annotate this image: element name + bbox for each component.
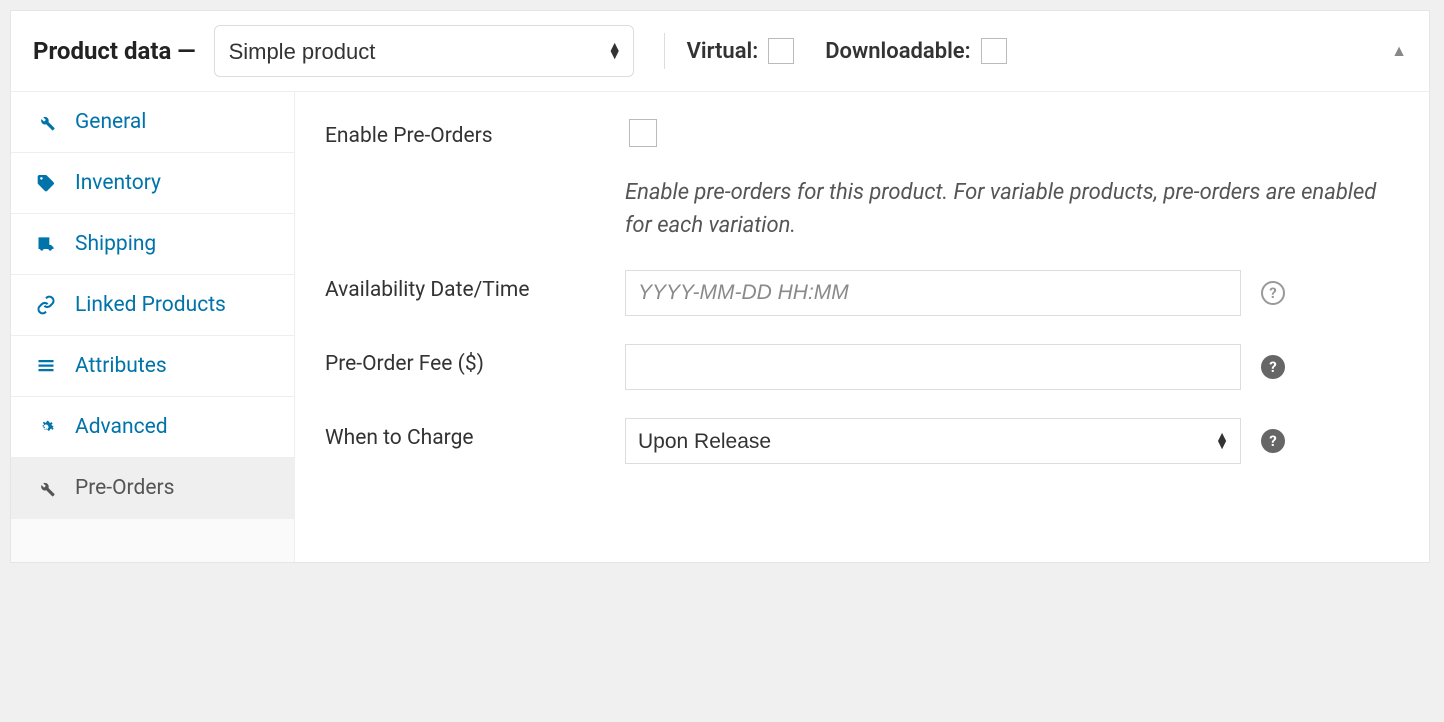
- help-icon[interactable]: ?: [1261, 429, 1285, 453]
- tab-label: Inventory: [75, 171, 161, 195]
- help-icon[interactable]: ?: [1261, 281, 1285, 305]
- product-type-select-wrap: Simple product ▲▼: [214, 25, 634, 77]
- truck-icon: [33, 234, 59, 254]
- tab-pre-orders[interactable]: Pre-Orders: [11, 458, 294, 519]
- tab-label: Advanced: [75, 415, 168, 439]
- divider: [664, 33, 665, 69]
- row-enable-pre-orders: Enable Pre-Orders Enable pre-orders for …: [325, 116, 1399, 242]
- tab-advanced[interactable]: Advanced: [11, 397, 294, 458]
- tab-content: Enable Pre-Orders Enable pre-orders for …: [295, 92, 1429, 562]
- link-icon: [33, 295, 59, 315]
- virtual-field[interactable]: Virtual:: [687, 35, 798, 67]
- tab-label: General: [75, 110, 146, 134]
- wrench-icon: [33, 478, 59, 498]
- virtual-checkbox[interactable]: [768, 38, 794, 64]
- gear-icon: [33, 417, 59, 437]
- downloadable-field[interactable]: Downloadable:: [825, 35, 1009, 67]
- collapse-toggle-icon[interactable]: ▲: [1391, 41, 1407, 61]
- panel-body: General Inventory Shipping Linked Produc…: [11, 92, 1429, 562]
- tag-icon: [33, 173, 59, 193]
- tab-label: Shipping: [75, 232, 156, 256]
- tab-linked-products[interactable]: Linked Products: [11, 275, 294, 336]
- wrench-icon: [33, 112, 59, 132]
- availability-input[interactable]: [625, 270, 1241, 316]
- panel-title: Product data —: [33, 37, 196, 65]
- product-data-panel: Product data — Simple product ▲▼ Virtual…: [10, 10, 1430, 563]
- tab-label: Pre-Orders: [75, 476, 174, 500]
- availability-label: Availability Date/Time: [325, 270, 625, 316]
- tab-shipping[interactable]: Shipping: [11, 214, 294, 275]
- fee-input[interactable]: [625, 344, 1241, 390]
- row-pre-order-fee: Pre-Order Fee ($) ?: [325, 344, 1399, 390]
- fee-label: Pre-Order Fee ($): [325, 344, 625, 390]
- help-icon[interactable]: ?: [1261, 355, 1285, 379]
- row-availability: Availability Date/Time ?: [325, 270, 1399, 316]
- tab-inventory[interactable]: Inventory: [11, 153, 294, 214]
- downloadable-checkbox[interactable]: [981, 38, 1007, 64]
- virtual-label: Virtual:: [687, 39, 759, 64]
- row-when-to-charge: When to Charge Upon Release ▲▼ ?: [325, 418, 1399, 464]
- enable-pre-orders-checkbox[interactable]: [629, 119, 657, 147]
- product-type-select[interactable]: Simple product: [214, 25, 634, 77]
- charge-label: When to Charge: [325, 418, 625, 464]
- enable-pre-orders-hint: Enable pre-orders for this product. For …: [625, 176, 1385, 242]
- panel-header: Product data — Simple product ▲▼ Virtual…: [11, 11, 1429, 92]
- enable-pre-orders-label: Enable Pre-Orders: [325, 116, 625, 242]
- list-icon: [33, 357, 59, 375]
- when-to-charge-select[interactable]: Upon Release: [625, 418, 1241, 464]
- tab-general[interactable]: General: [11, 92, 294, 153]
- tab-label: Attributes: [75, 354, 167, 378]
- tab-attributes[interactable]: Attributes: [11, 336, 294, 397]
- downloadable-label: Downloadable:: [825, 39, 970, 64]
- tab-label: Linked Products: [75, 293, 226, 317]
- tabs-sidebar: General Inventory Shipping Linked Produc…: [11, 92, 295, 562]
